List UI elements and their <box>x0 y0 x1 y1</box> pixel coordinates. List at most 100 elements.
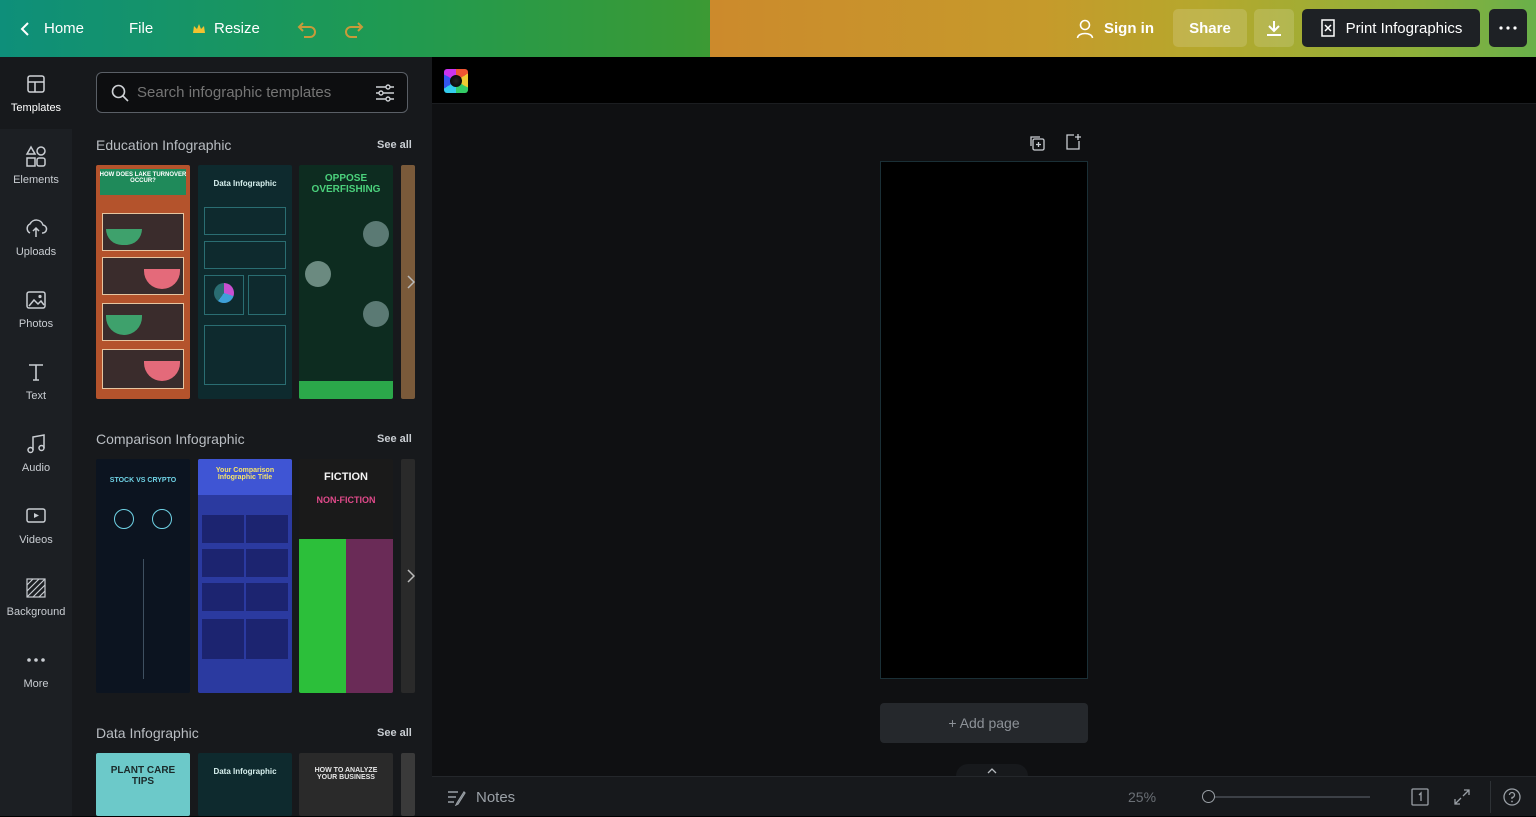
rail-item-text[interactable]: Text <box>0 345 72 417</box>
scroll-right-arrow-comparison[interactable] <box>404 561 418 591</box>
thumb-panel <box>204 325 286 385</box>
sign-in-button[interactable]: Sign in <box>1076 0 1154 57</box>
thumb-title: Data Infographic <box>213 179 277 188</box>
add-page-button[interactable]: + Add page <box>880 703 1088 743</box>
rail-label-photos: Photos <box>18 318 54 330</box>
template-thumb-your-comparison[interactable]: Your Comparison Infographic Title <box>198 459 292 693</box>
thumb-panel <box>248 275 286 315</box>
filter-icon[interactable] <box>375 83 395 102</box>
thumb-panel <box>204 207 286 235</box>
sign-in-label: Sign in <box>1104 20 1154 37</box>
thumb-chart-panel <box>202 619 244 659</box>
thumb-photo-circle <box>363 301 389 327</box>
editor-toolbar <box>432 57 1536 104</box>
search-box <box>96 72 408 113</box>
thumb-icon-circle <box>152 509 172 529</box>
zoom-slider-thumb[interactable] <box>1202 790 1215 803</box>
rail-label-videos: Videos <box>19 534 53 546</box>
more-icon <box>27 658 45 662</box>
resize-label: Resize <box>214 20 260 37</box>
rail-label-text: Text <box>25 390 47 402</box>
thumb-divider <box>143 559 144 679</box>
thumb-panel <box>202 515 244 543</box>
template-thumb-data-infographic[interactable]: Data Infographic <box>198 165 292 399</box>
scroll-right-arrow-education[interactable] <box>404 267 418 297</box>
undo-button[interactable] <box>296 0 318 57</box>
thumb-title: Your Comparison Infographic Title <box>215 467 275 481</box>
rail-item-videos[interactable]: Videos <box>0 489 72 561</box>
template-thumb-data-infographic-2[interactable]: Data Infographic <box>198 753 292 816</box>
template-thumb-lake-turnover[interactable]: HOW DOES LAKE TURNOVER OCCUR? <box>96 165 190 399</box>
rail-label-elements: Elements <box>13 174 59 186</box>
thumb-title: HOW TO ANALYZE YOUR BUSINESS <box>314 767 378 781</box>
template-thumb-stock-vs-crypto[interactable]: STOCK VS CRYPTO <box>96 459 190 693</box>
rail-item-templates[interactable]: Templates <box>0 57 72 129</box>
duplicate-icon <box>1030 136 1045 151</box>
rail-item-photos[interactable]: Photos <box>0 273 72 345</box>
file-menu-button[interactable]: File <box>129 0 153 57</box>
template-thumb-partial[interactable] <box>401 753 415 816</box>
see-all-comparison[interactable]: See all <box>377 433 412 445</box>
thumb-panel <box>246 515 288 543</box>
page-view-icon <box>1411 788 1429 806</box>
chevron-right-icon <box>407 275 415 289</box>
notes-button[interactable]: Notes <box>446 777 515 817</box>
redo-button[interactable] <box>343 0 365 57</box>
duplicate-page-button[interactable] <box>1028 134 1048 154</box>
zoom-slider-track[interactable] <box>1208 796 1370 798</box>
help-button[interactable] <box>1502 787 1524 807</box>
thumb-column-right <box>346 539 393 693</box>
rail-item-uploads[interactable]: Uploads <box>0 201 72 273</box>
ellipsis-icon <box>1498 26 1518 30</box>
rail-item-audio[interactable]: Audio <box>0 417 72 489</box>
thumb-icon-circle <box>114 509 134 529</box>
resize-button[interactable]: Resize <box>192 0 260 57</box>
add-page-icon <box>1066 134 1081 150</box>
share-label: Share <box>1189 19 1231 37</box>
expand-icon <box>1454 789 1470 805</box>
rail-item-more[interactable]: More <box>0 633 72 705</box>
thumb-photo-circle <box>363 221 389 247</box>
print-label: Print Infographics <box>1345 19 1463 37</box>
templates-icon <box>27 75 45 93</box>
more-options-button[interactable] <box>1489 9 1527 47</box>
print-infographics-button[interactable]: Print Infographics <box>1302 9 1480 47</box>
color-swatch-center <box>450 75 462 87</box>
share-button[interactable]: Share <box>1173 9 1247 47</box>
download-button[interactable] <box>1254 9 1294 47</box>
add-page-top-button[interactable] <box>1064 133 1084 153</box>
rail-label-uploads: Uploads <box>15 246 57 258</box>
design-page[interactable] <box>880 161 1088 679</box>
left-rail: Templates Elements Uploads Photos Text A… <box>0 57 72 816</box>
rail-label-more: More <box>23 678 49 690</box>
chevron-up-icon <box>987 768 997 774</box>
add-page-label: + Add page <box>948 715 1020 731</box>
thumb-title: Data Infographic <box>213 767 277 776</box>
see-all-data[interactable]: See all <box>377 727 412 739</box>
divider <box>1490 781 1491 813</box>
rail-item-background[interactable]: Background <box>0 561 72 633</box>
fullscreen-button[interactable] <box>1452 787 1474 807</box>
thumb-title: FICTION <box>324 471 368 483</box>
section-title-comparison: Comparison Infographic <box>96 431 245 447</box>
video-icon <box>26 508 46 523</box>
template-thumb-plant-care[interactable]: PLANT CARE TIPS <box>96 753 190 816</box>
zoom-percentage[interactable]: 25% <box>1128 777 1156 817</box>
see-all-education[interactable]: See all <box>377 139 412 151</box>
thumb-chart-panel <box>246 619 288 659</box>
template-thumb-fiction-nonfiction[interactable]: FICTION NON-FICTION <box>299 459 393 693</box>
background-icon <box>26 578 46 598</box>
bottom-bar: Notes 25% <box>432 776 1536 816</box>
print-icon <box>1320 18 1336 38</box>
crown-icon <box>192 23 206 35</box>
page-view-button[interactable] <box>1410 787 1432 807</box>
color-picker-button[interactable] <box>444 69 468 93</box>
thumb-panel <box>202 583 244 611</box>
home-button[interactable]: Home <box>20 0 84 57</box>
search-input[interactable] <box>137 84 367 101</box>
section-title-education: Education Infographic <box>96 137 232 153</box>
thumb-panel <box>204 241 286 269</box>
rail-item-elements[interactable]: Elements <box>0 129 72 201</box>
template-thumb-oppose-overfishing[interactable]: OPPOSE OVERFISHING <box>299 165 393 399</box>
template-thumb-analyze-business[interactable]: HOW TO ANALYZE YOUR BUSINESS <box>299 753 393 816</box>
